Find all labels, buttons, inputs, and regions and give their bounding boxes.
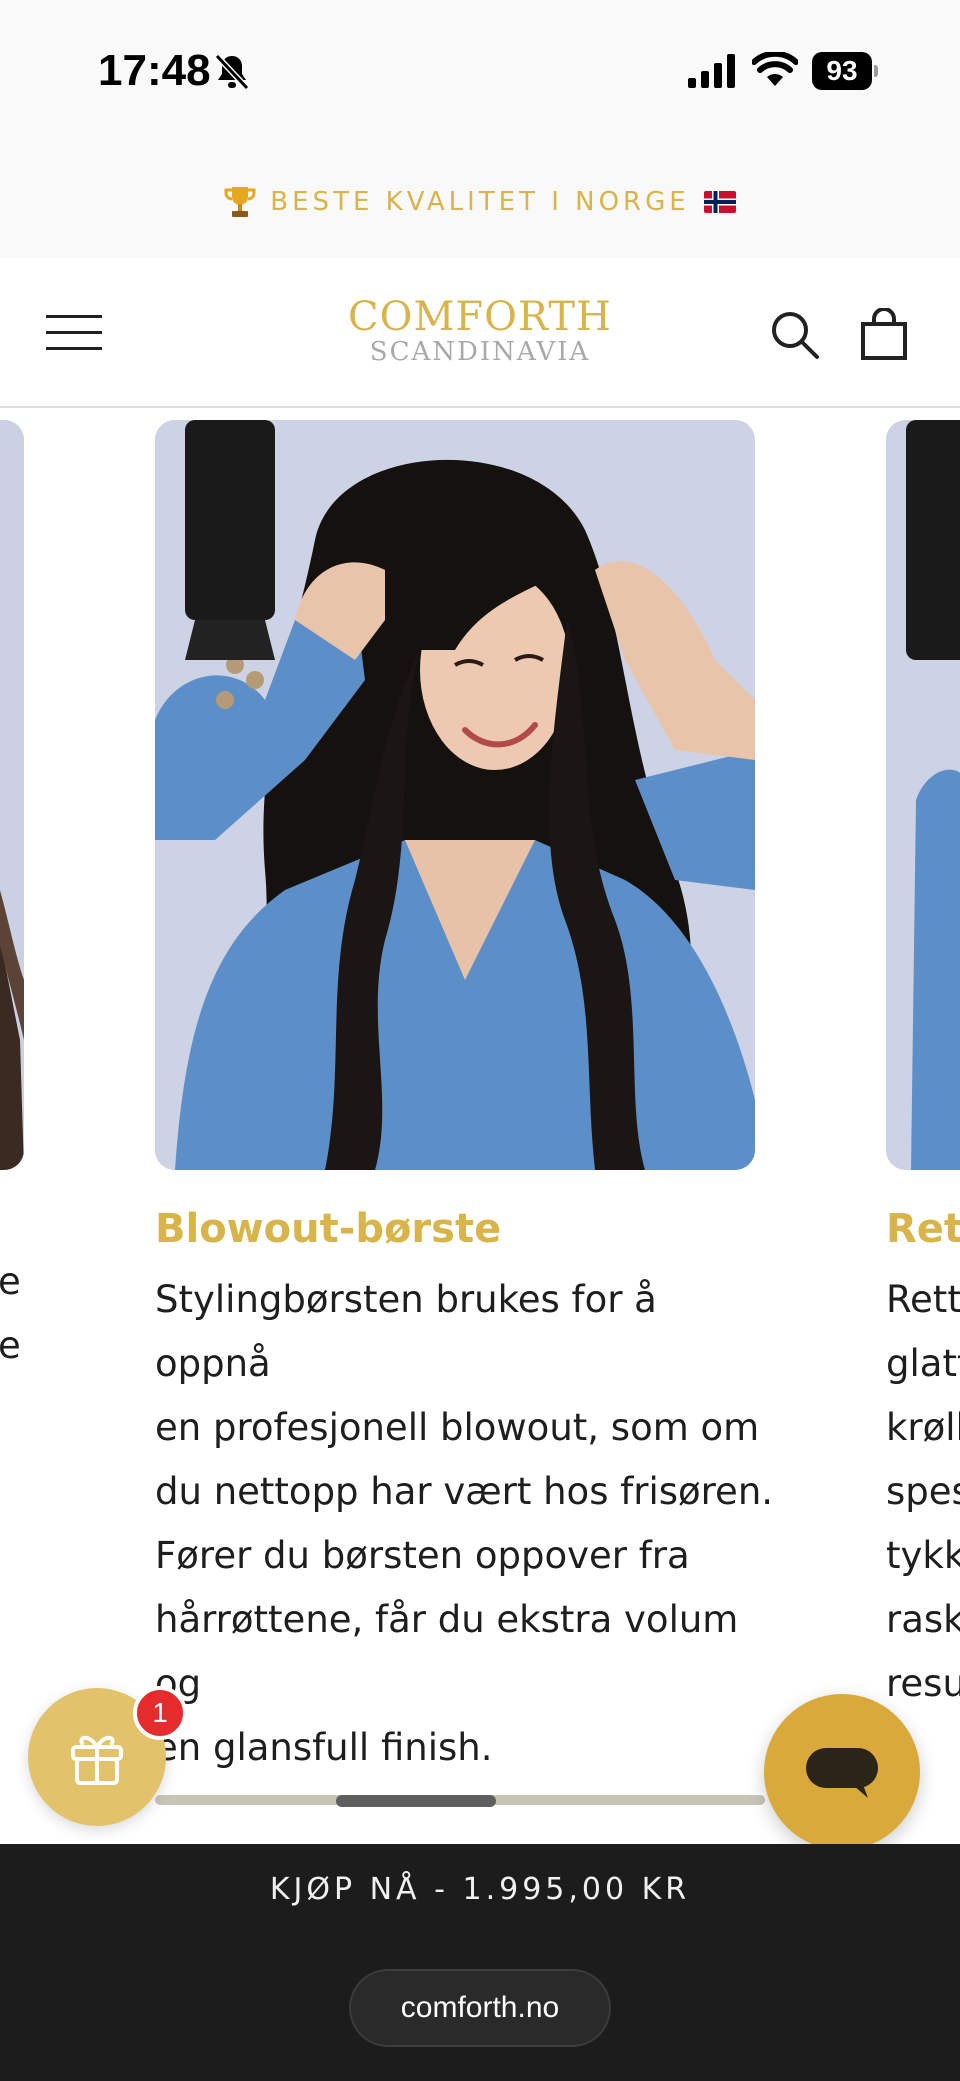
norway-flag-icon [703,190,736,213]
description-line: glatt [886,1342,960,1385]
right-card-image[interactable] [886,420,960,1170]
description-line: tykk [886,1534,960,1577]
description-line: en glansfull finish. [155,1726,493,1769]
logo-sub: SCANDINAVIA [369,337,591,367]
description-line: Fører du børsten oppover fra [155,1534,690,1577]
wifi-icon [752,52,798,86]
product-photo [155,420,755,1170]
battery-level: 93 [812,52,872,90]
bell-slash-icon [214,53,250,91]
description-line: hårrøttene, får du ekstra volum og [155,1598,739,1705]
buy-now-button[interactable]: KJØP NÅ - 1.995,00 KR [0,1844,960,1934]
description-line: Stylingbørsten brukes for å oppnå [155,1278,657,1385]
description-line: Rett [886,1278,960,1321]
status-bar: 17:48 93 [0,0,960,145]
notification-badge: 1 [133,1686,187,1740]
brush-illustration [185,420,275,660]
right-card-title[interactable]: Rett [886,1206,960,1252]
menu-icon [46,315,102,318]
description-line: resu [886,1662,960,1705]
main-card-image[interactable] [155,420,755,1170]
gift-icon [71,1735,123,1785]
carousel-scroll-thumb[interactable] [336,1795,496,1807]
chat-button[interactable] [764,1694,920,1850]
announcement-bar: BESTE KVALITET I NORGE [0,145,960,258]
description-line: spes [886,1470,960,1513]
chat-icon [806,1748,878,1798]
left-card-image[interactable] [0,420,24,1170]
logo[interactable]: COMFORTH SCANDINAVIA [330,296,630,366]
main-card-title[interactable]: Blowout-børste [155,1206,501,1252]
trophy-icon [224,186,256,217]
product-carousel[interactable]: e e Blowout-børste Stylingbørsten brukes… [0,410,960,1830]
announcement-text: BESTE KVALITET I NORGE [270,186,690,217]
buy-bar: KJØP NÅ - 1.995,00 KR comforth.no [0,1844,960,2081]
right-card-description: Rett glatt krøll spes tykk rask resu [886,1268,960,1716]
description-line: en profesjonell blowout, som om [155,1406,760,1449]
description-line: krøll [886,1406,960,1449]
main-card-description: Stylingbørsten brukes for å oppnå en pro… [155,1268,775,1780]
battery-icon: 93 [812,52,878,90]
logo-main: COMFORTH [348,294,612,340]
left-card-line: e [0,1324,21,1367]
search-icon[interactable] [770,310,820,360]
description-line: rask [886,1598,960,1641]
site-header: COMFORTH SCANDINAVIA [0,258,960,408]
description-line: du nettopp har vært hos frisøren. [155,1470,774,1513]
signal-icon [688,54,735,88]
left-card-line: e [0,1260,21,1303]
menu-button[interactable] [46,313,102,353]
status-time: 17:48 [98,46,211,95]
url-bar[interactable]: comforth.no [349,1969,611,2047]
bag-icon[interactable] [860,308,908,360]
